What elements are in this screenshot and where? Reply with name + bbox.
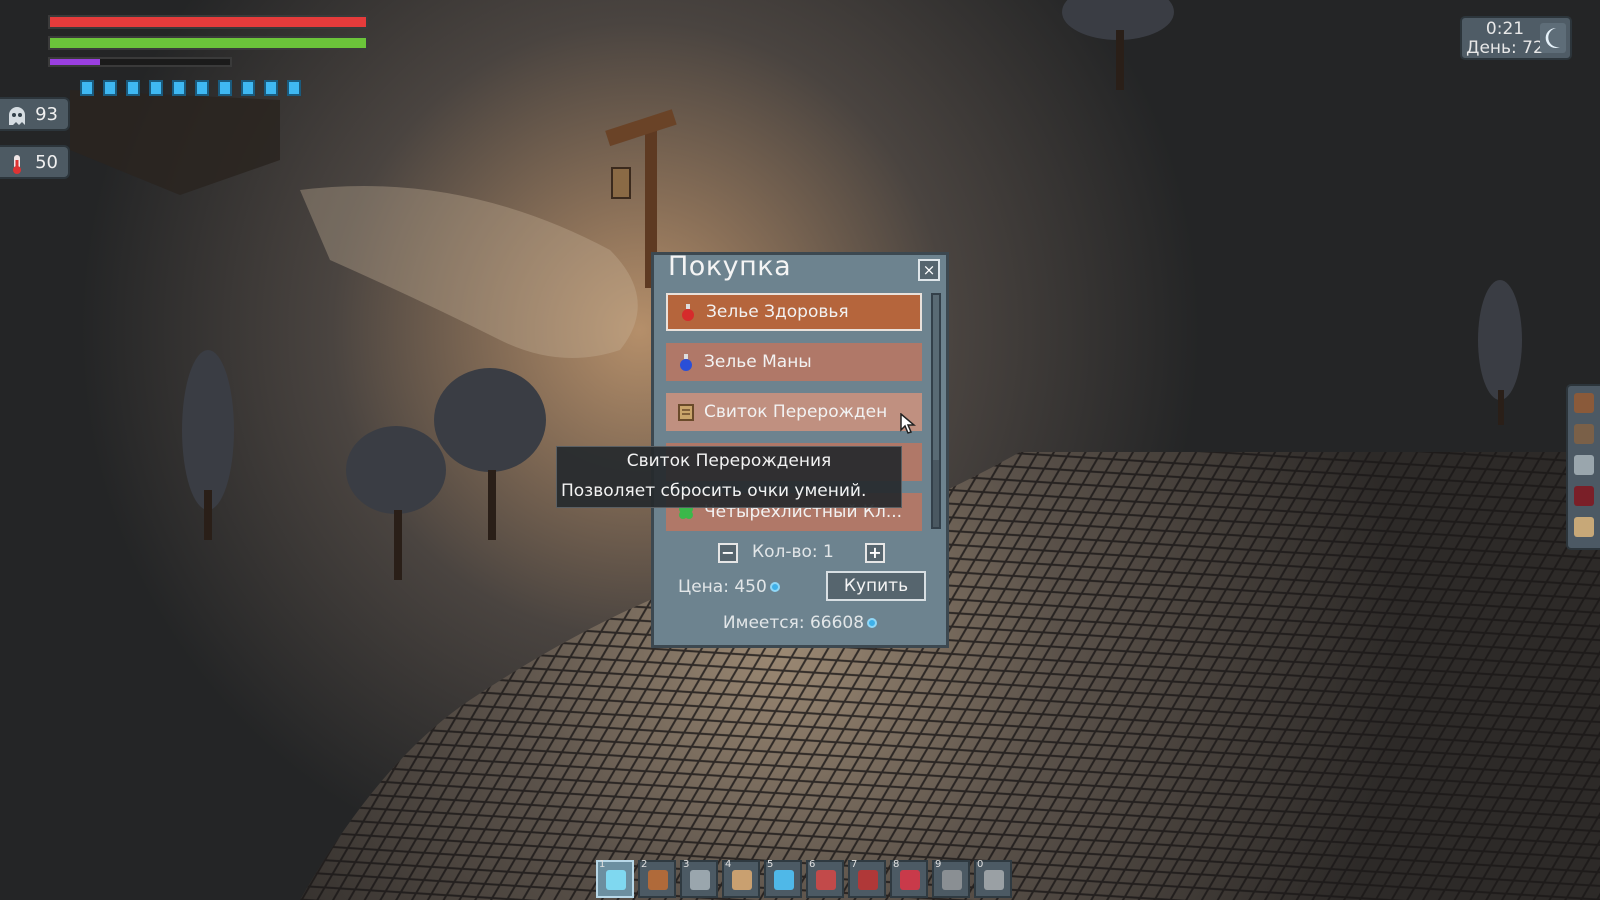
hotbar-slot-5[interactable]: 5 — [764, 859, 802, 898]
mana-pip — [103, 80, 117, 96]
clock-time: 0:21 — [1485, 19, 1525, 39]
hotbar-slot-8[interactable]: 8 — [890, 859, 928, 898]
mouse-cursor-icon — [900, 413, 916, 434]
scrollbar-thumb[interactable] — [933, 295, 939, 460]
shop-item-label: Свиток Перерожден — [704, 402, 888, 422]
health-bar-fill — [50, 17, 366, 27]
scroll-icon — [678, 404, 694, 421]
close-button[interactable]: × — [918, 259, 940, 281]
tooltip-title: Свиток Перерождения — [626, 451, 832, 471]
hotbar: 1 2 3 4 5 6 7 8 9 0 — [596, 859, 1012, 898]
heart-icon — [900, 870, 920, 890]
fish-icon — [816, 870, 836, 890]
shop-title: Покупка — [668, 251, 792, 282]
hotbar-slot-9[interactable]: 9 — [932, 859, 970, 898]
hotbar-slot-7[interactable]: 7 — [848, 859, 886, 898]
quantity-minus-button[interactable]: − — [718, 543, 738, 563]
experience-bar-fill — [50, 59, 101, 65]
quantity-label: Кол-во: 1 — [752, 542, 834, 562]
boat-icon — [942, 870, 962, 890]
gem-currency-icon — [769, 582, 780, 592]
health-bar — [48, 15, 368, 29]
hotbar-slot-3[interactable]: 3 — [680, 859, 718, 898]
hotbar-slot-number: 7 — [851, 859, 858, 870]
hotbar-slot-number: 4 — [725, 859, 732, 870]
temperature-value: 50 — [35, 151, 58, 173]
hoe-icon — [732, 870, 752, 890]
price-label: Цена: 450 — [678, 577, 780, 597]
hotbar-slot-2[interactable]: 2 — [638, 859, 676, 898]
hotbar-slot-number: 8 — [893, 859, 900, 870]
quantity-plus-button[interactable]: + — [865, 543, 885, 563]
mana-potion-icon — [680, 354, 692, 371]
hotbar-slot-0[interactable]: 0 — [974, 859, 1012, 898]
thermometer-icon — [13, 155, 21, 174]
owned-currency: Имеется: 66608 — [654, 613, 946, 633]
mana-pip — [287, 80, 301, 96]
temperature-stat: 50 — [0, 145, 70, 179]
item-tooltip: Свиток Перерождения Позволяет сбросить о… — [556, 446, 902, 508]
hotbar-slot-6[interactable]: 6 — [806, 859, 844, 898]
tooltip-description: Позволяет сбросить очки умений. — [561, 481, 867, 501]
shop-item-health-potion[interactable]: Зелье Здоровья — [666, 293, 922, 331]
gem-currency-icon — [867, 618, 878, 628]
book-icon[interactable] — [1574, 486, 1594, 506]
mana-pip — [241, 80, 255, 96]
mana-pip — [126, 80, 140, 96]
hotbar-slot-number: 2 — [641, 859, 648, 870]
ghost-icon — [9, 107, 25, 125]
spirit-value: 93 — [35, 103, 58, 125]
spirit-stat: 93 — [0, 97, 70, 131]
shop-item-mana-potion[interactable]: Зелье Маны — [666, 343, 922, 381]
hotbar-slot-1[interactable]: 1 — [596, 859, 634, 898]
plus-icon[interactable] — [1574, 455, 1594, 475]
mana-pip — [80, 80, 94, 96]
stamina-bar-fill — [50, 38, 366, 48]
mana-pip — [218, 80, 232, 96]
price-text: Цена: 450 — [678, 577, 767, 597]
hotbar-slot-number: 9 — [935, 859, 942, 870]
mana-pip — [172, 80, 186, 96]
mana-pip — [195, 80, 209, 96]
hammer-icon[interactable] — [1574, 424, 1594, 444]
stamina-bar — [48, 36, 368, 50]
buy-button[interactable]: Купить — [826, 571, 926, 601]
hotbar-slot-number: 5 — [767, 859, 774, 870]
hotbar-slot-number: 6 — [809, 859, 816, 870]
hotbar-slot-number: 0 — [977, 859, 984, 870]
hotbar-slot-number: 3 — [683, 859, 690, 870]
hotbar-slot-4[interactable]: 4 — [722, 859, 760, 898]
shop-item-label: Зелье Маны — [704, 352, 812, 372]
backpack-icon[interactable] — [1574, 393, 1594, 413]
map-icon[interactable] — [1574, 517, 1594, 537]
owned-currency-text: Имеется: 66608 — [722, 613, 865, 633]
side-toolbar — [1566, 384, 1600, 550]
quantity-row: − Кол-во: 1 + — [654, 541, 946, 567]
day-clock: 0:21 День: 72 — [1460, 16, 1572, 60]
shield-icon — [858, 870, 878, 890]
crystal-icon — [774, 870, 794, 890]
hotbar-slot-number: 1 — [599, 859, 606, 870]
shop-item-rebirth-scroll[interactable]: Свиток Перерожден — [666, 393, 922, 431]
shop-item-label: Зелье Здоровья — [706, 302, 849, 322]
experience-bar — [48, 57, 232, 67]
health-potion-icon — [682, 304, 694, 321]
moon-icon — [1540, 23, 1566, 53]
pickaxe-icon — [648, 870, 668, 890]
shop-list-scrollbar[interactable] — [931, 293, 941, 529]
mana-pip — [149, 80, 163, 96]
trap-icon — [984, 870, 1004, 890]
mana-pip — [264, 80, 278, 96]
sword-icon — [606, 870, 626, 890]
wand-icon — [690, 870, 710, 890]
mana-pips — [80, 80, 301, 96]
clock-day: День: 72 — [1466, 38, 1544, 58]
